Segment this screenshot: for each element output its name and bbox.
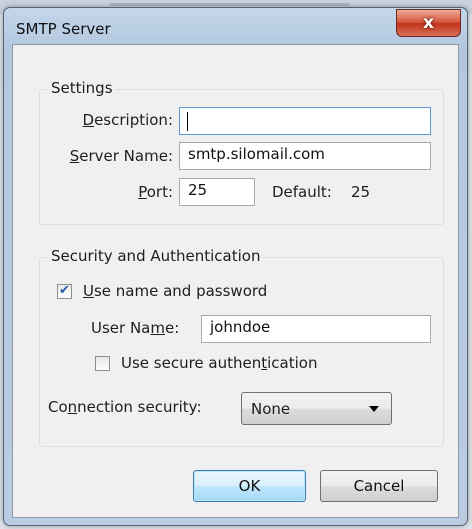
close-button[interactable]: x — [396, 9, 461, 37]
server-name-label: Server Name: — [69, 147, 173, 165]
default-port-label: Default: — [272, 183, 332, 201]
connection-security-select[interactable]: None — [241, 392, 392, 425]
user-name-input[interactable]: johndoe — [201, 315, 431, 343]
ok-button[interactable]: OK — [193, 470, 306, 502]
connection-security-value: None — [251, 400, 291, 418]
user-name-label: User Name: — [91, 319, 180, 337]
secure-authentication-label[interactable]: Use secure authentication — [121, 354, 317, 372]
description-label: Description: — [82, 111, 174, 129]
cancel-button[interactable]: Cancel — [320, 470, 438, 502]
checkmark-icon: ✔ — [59, 283, 70, 298]
settings-group: Settings Description: Server Name: smtp.… — [39, 79, 444, 225]
chevron-down-icon — [369, 406, 379, 412]
port-input[interactable]: 25 — [179, 178, 255, 206]
settings-legend: Settings — [49, 79, 115, 97]
close-icon: x — [423, 13, 434, 33]
secure-authentication-checkbox[interactable] — [95, 356, 110, 371]
description-input[interactable] — [179, 107, 431, 135]
security-legend: Security and Authentication — [49, 247, 263, 265]
connection-security-label: Connection security: — [48, 398, 202, 416]
dialog-body: Settings Description: Server Name: smtp.… — [12, 44, 459, 518]
port-label: Port: — [138, 183, 173, 201]
ok-button-label: OK — [238, 477, 261, 495]
server-name-input[interactable]: smtp.silomail.com — [179, 142, 431, 170]
use-name-password-label[interactable]: Use name and password — [83, 282, 267, 300]
smtp-server-dialog: SMTP Server x Settings Description: Serv… — [3, 7, 468, 526]
default-port-value: 25 — [351, 183, 371, 201]
dialog-title: SMTP Server — [16, 20, 111, 38]
text-caret — [187, 112, 188, 131]
cancel-button-label: Cancel — [353, 477, 405, 495]
use-name-password-checkbox[interactable]: ✔ — [57, 283, 72, 299]
security-group: Security and Authentication ✔ Use name a… — [39, 247, 444, 447]
